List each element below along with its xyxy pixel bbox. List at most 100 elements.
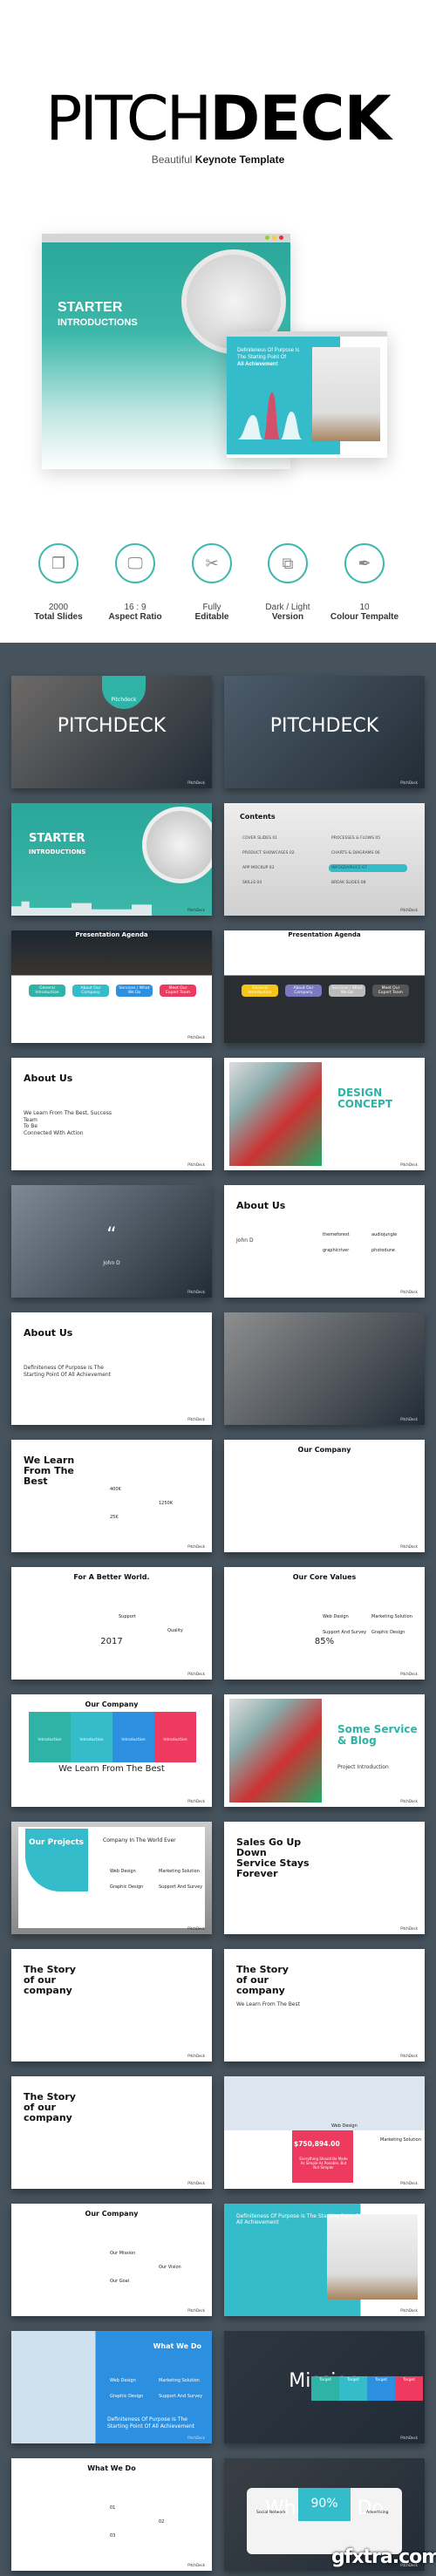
footer-brand: PitchDeck xyxy=(400,2308,418,2313)
slide-thumbnail[interactable]: STARTER INTRODUCTIONS PitchDeck xyxy=(11,803,212,916)
subtitle-light: Beautiful xyxy=(151,153,193,166)
slide-thumbnail[interactable]: We Learn From The Best PitchDeck 400K 1250K… xyxy=(11,1440,212,1552)
slide-thumbnail[interactable]: What We Do PitchDeck 01 02 03 xyxy=(11,2458,212,2571)
slide-thumbnail[interactable]: PITCHDECK PitchDeck xyxy=(224,676,425,788)
feature-label: Aspect Ratio xyxy=(108,612,162,622)
footer-brand: PitchDeck xyxy=(187,1672,205,1676)
slide-item: Meet Our Expert Team xyxy=(372,985,409,997)
slide-title: What We Do xyxy=(87,2464,136,2472)
feature-label: Total Slides xyxy=(34,612,83,622)
footer-brand: PitchDeck xyxy=(187,1926,205,1931)
subtitle-bold: Keynote Template xyxy=(194,153,285,166)
slide-thumbnail[interactable]: Sales Go Up Down Service Stays Forever Pi… xyxy=(224,1822,425,1934)
title-pitch: PITCH xyxy=(45,83,212,154)
slide-item: Web Design xyxy=(110,2378,136,2383)
mockup-subtitle: INTRODUCTIONS xyxy=(58,317,138,328)
slide-item: CHARTS & DIAGRAMS 06 xyxy=(331,851,380,855)
slide-title: “ xyxy=(106,1224,117,1246)
slide-thumbnail[interactable]: What We Do Definiteness Of Purpose Is The… xyxy=(11,2331,212,2443)
slide-item: Services / What We Do xyxy=(329,985,365,997)
feature-1: 🖵 16 : 9 Aspect Ratio xyxy=(96,543,174,622)
slide-title: $750,894.00 xyxy=(294,2140,340,2148)
slide-item: SKILLS 04 xyxy=(242,881,262,885)
slide-thumbnail[interactable]: About Us We Learn From The Best, Success … xyxy=(11,1058,212,1170)
slide-title: About Us xyxy=(24,1327,73,1339)
slide-item: Marketing Solution xyxy=(371,1614,412,1619)
feature-2: ✂ Fully Editable xyxy=(173,543,251,622)
slide-thumbnail[interactable]: The Story of our company PitchDeck xyxy=(11,1949,212,2061)
slide-item: Meet Our Expert Team xyxy=(160,985,196,997)
slide-item: BREAK SLIDES 08 xyxy=(331,881,366,885)
slide-subtitle: Definiteness Of Purpose Is The Starting … xyxy=(107,2416,195,2429)
slide-title: Sales Go Up Down Service Stays Forever xyxy=(236,1837,310,1880)
slide-thumbnail[interactable]: Our Company PitchDeck xyxy=(224,1440,425,1552)
slide-thumbnail[interactable]: Contents PitchDeck COVER SLIDES 01 PRODUCT … xyxy=(224,803,425,916)
slide-title: Presentation Agenda xyxy=(75,931,148,938)
slide-item: Graphic Design xyxy=(110,1884,144,1890)
slide-item: Marketing Solution xyxy=(380,2137,421,2143)
slide-item: About Our Company xyxy=(285,985,322,997)
slide-thumbnail[interactable]: Our Projects Company In The World Ever Pit… xyxy=(11,1822,212,1934)
slide-item: Support And Survey xyxy=(159,1884,203,1890)
slide-item: Marketing Solution xyxy=(159,1869,200,1874)
slide-thumbnail[interactable]: $750,894.00 Everything Should Be Made As … xyxy=(224,2076,425,2189)
slide-item: Our Mission xyxy=(110,2251,136,2256)
slide-item: Introduction xyxy=(71,1712,112,1762)
slide-thumbnail[interactable]: Our Core Values 85% PitchDeck Web Design Mar… xyxy=(224,1567,425,1680)
slide-thumbnail[interactable]: Presentation Agenda PitchDeck General Intr… xyxy=(224,930,425,1043)
slide-title: Our Company xyxy=(85,1700,139,1708)
slide-thumbnail[interactable]: About Us John D PitchDeck themeforest audioj… xyxy=(224,1185,425,1298)
slide-thumbnail[interactable]: “ John D PitchDeck xyxy=(11,1185,212,1298)
title-deck: DECK xyxy=(209,83,392,154)
footer-brand: PitchDeck xyxy=(400,908,418,912)
slide-subtitle: We Learn From The Best, Success Team To … xyxy=(24,1110,112,1136)
slide-subtitle: We Learn From The Best xyxy=(58,1764,165,1774)
slide-item: Target xyxy=(311,2376,339,2401)
slide-title: We Learn From The Best xyxy=(24,1455,75,1488)
slide-thumbnail[interactable]: Some Service & Blog Project Introduction P… xyxy=(224,1694,425,1807)
slide-thumbnail[interactable]: Our Company We Learn From The Best PitchDe… xyxy=(11,1694,212,1807)
slide-thumbnail[interactable]: The Story of our company PitchDeck xyxy=(11,2076,212,2189)
footer-brand: PitchDeck xyxy=(187,908,205,912)
footer-brand: PitchDeck xyxy=(400,1544,418,1549)
slide-thumbnail[interactable]: About Us Definiteness Of Purpose Is The S… xyxy=(11,1312,212,1425)
footer-brand: PitchDeck xyxy=(400,1417,418,1421)
slide-item: Support And Survey xyxy=(323,1630,367,1635)
slide-thumbnail[interactable]: Definiteness Of Purpose Is The Starting … xyxy=(224,2204,425,2316)
slide-item: Web Design xyxy=(331,2123,358,2129)
slide-thumbnail[interactable]: Our Company PitchDeck Our Mission Our Visio… xyxy=(11,2204,212,2316)
mountain-chart xyxy=(237,392,303,440)
slide-title: Contents xyxy=(240,813,276,821)
slide-item: 400K xyxy=(110,1487,121,1492)
slide-item: Support And Survey xyxy=(159,2394,203,2399)
footer-brand: PitchDeck xyxy=(400,2436,418,2440)
slide-item: 1250K xyxy=(159,1501,174,1506)
slide-thumbnail[interactable]: DESIGN CONCEPT PitchDeck xyxy=(224,1058,425,1170)
chair-photo xyxy=(312,347,380,441)
slide-title: Our Company xyxy=(297,1446,351,1454)
footer-brand: PitchDeck xyxy=(187,2054,205,2058)
slide-item: graphicriver xyxy=(323,1248,350,1253)
slide-title: DESIGN CONCEPT xyxy=(337,1087,393,1111)
footer-brand: PitchDeck xyxy=(187,1035,205,1039)
footer-brand: PitchDeck xyxy=(187,780,205,785)
slide-item: 25K xyxy=(110,1515,119,1520)
watermark: gfxtra.com xyxy=(331,2546,436,2568)
slide-thumbnail[interactable]: The Story of our company We Learn From Th… xyxy=(224,1949,425,2061)
slide-subtitle: Project Introduction xyxy=(337,1764,389,1770)
slide-thumbnail[interactable]: Presentation Agenda PitchDeck General Intr… xyxy=(11,930,212,1043)
footer-brand: PitchDeck xyxy=(187,2181,205,2185)
slide-subtitle: John D xyxy=(236,1237,254,1244)
slide-title: For A Better World. xyxy=(73,1573,150,1581)
slide-subtitle: 2017 xyxy=(100,1637,123,1646)
dual-monitor-icon: ⧉ xyxy=(268,543,308,583)
mockup-window-chart: Definiteness Of Purpose Is The Starting … xyxy=(227,331,387,458)
slide-subtitle: We Learn From The Best xyxy=(236,2001,300,2007)
slide-thumbnail[interactable]: For A Better World. 2017 PitchDeck Support Q… xyxy=(11,1567,212,1680)
slide-item: 02 xyxy=(159,2519,165,2525)
footer-brand: PitchDeck xyxy=(187,1162,205,1167)
slide-thumbnail[interactable]: PitchDeck xyxy=(224,1312,425,1425)
slide-thumbnail[interactable]: MissionPitchDeckTargetTargetTargetTarget xyxy=(224,2331,425,2443)
slide-thumbnail[interactable]: PITCHDECK Pitchdeck PitchDeck xyxy=(11,676,212,788)
slide-item: Social Network xyxy=(256,2511,286,2515)
